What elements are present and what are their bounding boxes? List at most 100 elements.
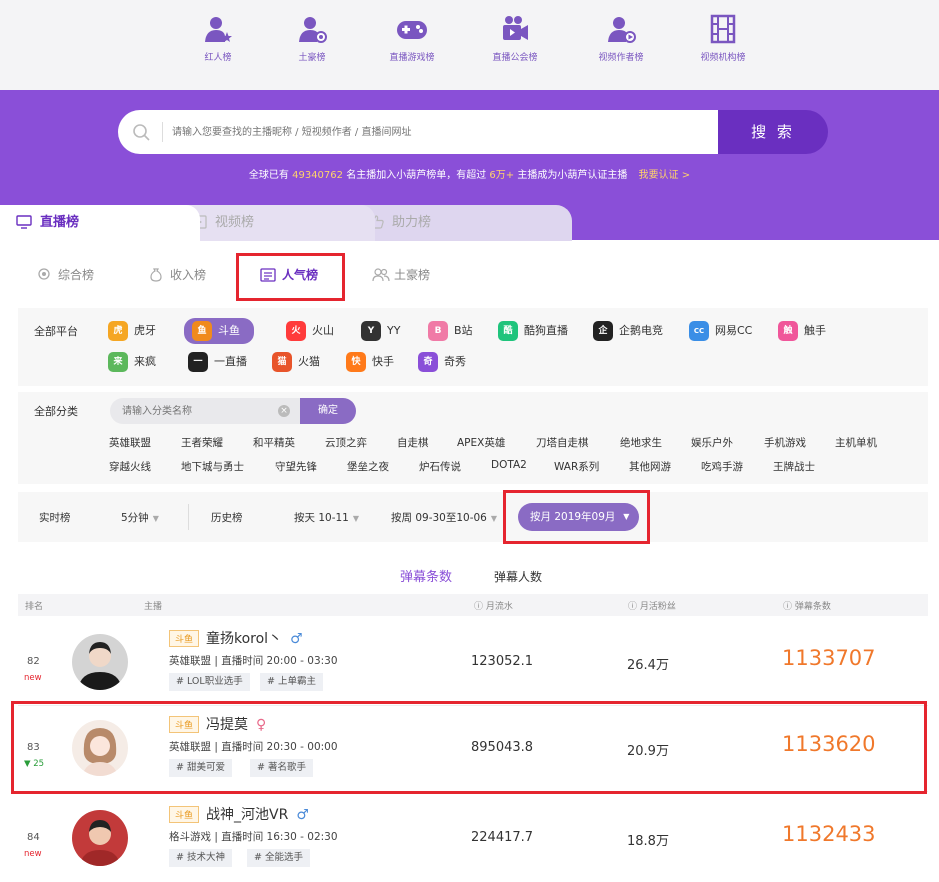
category-item[interactable]: 手机游戏	[764, 435, 806, 450]
gamepad-icon	[397, 21, 427, 39]
avatar[interactable]	[72, 634, 128, 690]
highlight-month-select	[503, 490, 650, 544]
notice-text: 全球已有 49340762 名主播加入小葫芦榜单，有超过 6万+ 主播成为小葫芦…	[248, 170, 691, 181]
category-item[interactable]: APEX英雄	[457, 435, 505, 450]
interval-select[interactable]: 5分钟 ▼	[121, 510, 159, 525]
platform-qixiu[interactable]: 奇奇秀	[418, 351, 466, 373]
platform-badge: 斗鱼	[169, 630, 200, 647]
money-bag-icon	[150, 268, 162, 282]
category-item[interactable]: DOTA2	[491, 459, 527, 471]
nav-live-game-rank[interactable]: 直播游戏榜	[367, 14, 457, 63]
category-item[interactable]: 吃鸡手游	[701, 459, 743, 474]
nav-video-org-rank[interactable]: 视频机构榜	[678, 14, 768, 63]
search-icon	[133, 124, 150, 141]
anchor-name[interactable]: 战神_河池VR ♂	[206, 804, 309, 824]
category-item[interactable]: 云顶之弈	[325, 435, 367, 450]
table-row[interactable]: 84 new 斗鱼 战神_河池VR ♂ 格斗游戏 | 直播时间 16:30 - 0…	[18, 796, 928, 882]
platform-logo-icon: B	[428, 321, 448, 341]
platform-egame[interactable]: 企企鹅电竞	[593, 320, 663, 342]
tab-boost-rank[interactable]: 助力榜	[352, 205, 572, 241]
nav-influencer-rank[interactable]: 红人榜	[173, 14, 263, 102]
anchor-tag: # LOL职业选手	[169, 673, 250, 691]
category-item[interactable]: 绝地求生	[620, 435, 662, 450]
anchor-info: 英雄联盟 | 直播时间 20:00 - 03:30	[169, 655, 338, 667]
search-divider	[162, 122, 163, 142]
platform-yy[interactable]: Y YY	[361, 320, 400, 342]
category-item[interactable]: WAR系列	[554, 459, 599, 474]
platform-filter: 全部平台 虎虎牙 鱼斗鱼 火火山 Y YY B B站 酷酷狗直播 企企鹅电竞 CC 网…	[18, 308, 928, 386]
platform-huomao[interactable]: 猫火猫	[272, 351, 320, 373]
highlight-popularity-tab	[236, 253, 345, 301]
category-item[interactable]: 自走棋	[397, 435, 429, 450]
category-item[interactable]: 刀塔自走棋	[536, 435, 589, 450]
metric-tab-danmu-count[interactable]: 弹幕条数	[400, 566, 452, 585]
platform-logo-icon: 酷	[498, 321, 518, 341]
category-item[interactable]: 堡垒之夜	[347, 459, 389, 474]
category-item[interactable]: 主机单机	[835, 435, 877, 450]
platform-logo-icon: 虎	[108, 321, 128, 341]
help-icon[interactable]: ⓘ 月流水	[474, 599, 513, 612]
day-select[interactable]: 按天 10-11 ▼	[294, 510, 359, 525]
subtab-overall[interactable]: 综合榜	[36, 260, 94, 290]
users-icon	[372, 268, 390, 282]
anchor-tag: # 技术大神	[169, 849, 232, 867]
danmu-count: 1133707	[782, 646, 876, 670]
help-icon[interactable]: ⓘ 月活粉丝	[628, 599, 676, 612]
nav-guild-rank[interactable]: 直播公会榜	[470, 14, 560, 63]
platform-cc[interactable]: CC 网易CC	[689, 320, 752, 342]
category-item[interactable]: 炉石传说	[419, 459, 461, 474]
subtab-tycoon[interactable]: 土豪榜	[372, 260, 430, 290]
platform-bilibili[interactable]: B B站	[428, 320, 473, 342]
platform-logo-icon: 一	[188, 352, 208, 372]
category-item[interactable]: 其他网游	[629, 459, 671, 474]
history-rank-option[interactable]: 历史榜	[211, 510, 243, 525]
platform-laifeng[interactable]: 来来疯	[108, 351, 156, 373]
platform-kugou[interactable]: 酷酷狗直播	[498, 320, 568, 342]
top-nav: 红人榜 土豪榜 直播游戏榜 直播公会榜 视频作者榜 视频机构榜	[0, 0, 939, 102]
platform-logo-icon: 企	[593, 321, 613, 341]
person-star-icon	[205, 17, 232, 42]
category-item[interactable]: 守望先锋	[275, 459, 317, 474]
anchor-name[interactable]: 童扬korol丶 ♂	[206, 628, 303, 648]
avatar[interactable]	[72, 810, 128, 866]
certify-link[interactable]: 我要认证 >	[639, 170, 691, 181]
platform-logo-icon: 快	[346, 352, 366, 372]
realtime-rank-option[interactable]: 实时榜	[39, 510, 71, 525]
nav-tycoon-rank[interactable]: 土豪榜	[267, 14, 357, 63]
category-item[interactable]: 地下城与勇士	[181, 459, 244, 474]
platform-huoshan[interactable]: 火火山	[286, 320, 334, 342]
platform-kuaishou[interactable]: 快快手	[346, 351, 394, 373]
platform-yizhibo[interactable]: 一一直播	[188, 351, 247, 373]
video-camera-icon	[503, 16, 528, 40]
film-strip-icon	[710, 14, 736, 44]
category-item[interactable]: 英雄联盟	[109, 435, 151, 450]
tab-live-rank[interactable]: 直播榜	[0, 205, 200, 241]
help-icon[interactable]: ⓘ 弹幕条数	[783, 599, 831, 612]
nav-video-author-rank[interactable]: 视频作者榜	[576, 14, 666, 63]
category-item[interactable]: 王牌战士	[773, 459, 815, 474]
subtab-income[interactable]: 收入榜	[148, 260, 206, 290]
metric-tab-danmu-users[interactable]: 弹幕人数	[494, 568, 542, 585]
week-select[interactable]: 按周 09-30至10-06 ▼	[391, 510, 497, 525]
danmu-count: 1132433	[782, 822, 876, 846]
category-item[interactable]: 穿越火线	[109, 459, 151, 474]
search-input[interactable]	[172, 118, 692, 146]
platform-logo-icon: 奇	[418, 352, 438, 372]
platform-huya[interactable]: 虎虎牙	[108, 320, 156, 342]
category-item[interactable]: 王者荣耀	[181, 435, 223, 450]
platform-chushou[interactable]: 触触手	[778, 320, 826, 342]
category-filter: 全部分类 × 确定 英雄联盟 王者荣耀 和平精英 云顶之弈 自走棋 APEX英雄…	[18, 392, 928, 484]
anchor-tag: # 全能选手	[247, 849, 310, 867]
category-confirm-button[interactable]: 确定	[300, 398, 356, 424]
platform-logo-icon: CC	[689, 321, 709, 341]
search-button[interactable]: 搜 索	[718, 110, 828, 154]
category-item[interactable]: 和平精英	[253, 435, 295, 450]
table-row[interactable]: 82 new 斗鱼 童扬korol丶 ♂ 英雄联盟 | 直播时间 20:00 - …	[18, 620, 928, 706]
clear-icon[interactable]: ×	[278, 405, 290, 417]
tab-video-rank[interactable]: 视频榜	[175, 205, 375, 241]
category-item[interactable]: 娱乐户外	[691, 435, 733, 450]
platform-douyu[interactable]: 鱼斗鱼	[184, 318, 254, 344]
category-input[interactable]	[110, 398, 300, 424]
caret-down-icon: ▼	[152, 514, 159, 523]
caret-down-icon: ▼	[490, 514, 498, 523]
